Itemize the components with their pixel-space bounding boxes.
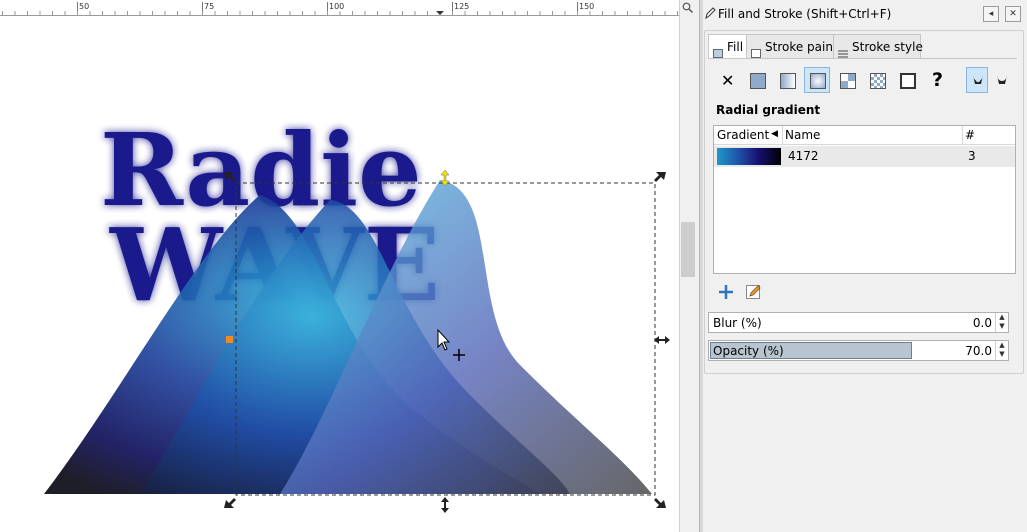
radial-gradient-icon bbox=[810, 73, 826, 89]
tab-fill-label: Fill bbox=[727, 40, 744, 54]
nonzero-icon bbox=[997, 75, 1007, 84]
vertical-scrollbar[interactable] bbox=[679, 0, 700, 532]
ruler-label: 125 bbox=[454, 2, 470, 11]
blur-value[interactable]: 0.0 bbox=[973, 316, 992, 330]
pattern-button[interactable] bbox=[834, 67, 860, 93]
radial-gradient-button[interactable] bbox=[804, 67, 830, 93]
opacity-label: Opacity (%) bbox=[713, 344, 784, 358]
opacity-spinner[interactable]: ▲ ▼ bbox=[995, 341, 1008, 360]
swatch-icon bbox=[870, 73, 886, 89]
blur-field[interactable]: Blur (%) 0.0 ▲ ▼ bbox=[708, 312, 1009, 333]
tab-fill[interactable]: Fill bbox=[708, 34, 748, 60]
drawing-canvas[interactable]: 50 75 100 125 150 Radie Radie bbox=[0, 0, 679, 532]
unset-paint-button[interactable] bbox=[894, 67, 920, 93]
scale-handle-s[interactable] bbox=[441, 497, 449, 513]
flat-color-icon bbox=[750, 73, 766, 89]
edit-gradient-button[interactable] bbox=[745, 283, 763, 301]
fill-rule-evenodd-button[interactable] bbox=[966, 67, 988, 93]
scrollbar-thumb[interactable] bbox=[681, 222, 695, 277]
gradient-type-label: Radial gradient bbox=[716, 103, 821, 117]
horizontal-ruler: 50 75 100 125 150 bbox=[0, 0, 679, 16]
tab-stroke-style[interactable]: Stroke style bbox=[833, 34, 923, 60]
no-paint-icon: ✕ bbox=[721, 71, 735, 90]
column-gradient[interactable]: Gradient bbox=[717, 128, 769, 142]
question-icon: ? bbox=[932, 69, 944, 91]
blur-label: Blur (%) bbox=[713, 316, 762, 330]
zoom-icon[interactable] bbox=[681, 2, 693, 14]
fill-icon bbox=[713, 42, 723, 58]
scale-handle-sw[interactable] bbox=[224, 498, 236, 508]
fill-rule-nonzero-button[interactable] bbox=[990, 67, 1012, 93]
sort-arrow-icon: ◀ bbox=[771, 129, 778, 139]
unknown-paint-button[interactable]: ? bbox=[924, 67, 950, 93]
column-name[interactable]: Name bbox=[785, 128, 820, 142]
ruler-label: 75 bbox=[204, 2, 215, 11]
ruler-label: 100 bbox=[329, 2, 345, 11]
close-button[interactable]: ✕ bbox=[1005, 6, 1021, 22]
stroke-style-icon bbox=[838, 42, 848, 58]
plus-icon bbox=[719, 285, 733, 299]
gradient-preview bbox=[717, 148, 781, 165]
gradient-name: 4172 bbox=[788, 149, 819, 163]
unset-paint-icon bbox=[900, 73, 916, 89]
tab-stroke-paint[interactable]: Stroke paint bbox=[746, 34, 838, 60]
scale-handle-e[interactable] bbox=[654, 336, 670, 344]
evenodd-icon bbox=[973, 75, 983, 84]
scale-handle-se[interactable] bbox=[654, 498, 666, 508]
column-separator bbox=[782, 126, 783, 144]
edit-gradient-icon bbox=[746, 285, 761, 299]
scale-handle-ne[interactable] bbox=[654, 172, 666, 182]
opacity-field[interactable]: Opacity (%) 70.0 ▲ ▼ bbox=[708, 340, 1009, 361]
gradient-list-header: Gradient ◀ Name # bbox=[714, 126, 1015, 145]
panel-title: Fill and Stroke (Shift+Ctrl+F) bbox=[718, 7, 892, 21]
tab-stroke-style-label: Stroke style bbox=[852, 40, 923, 54]
opacity-value[interactable]: 70.0 bbox=[965, 344, 992, 358]
blur-spinner[interactable]: ▲ ▼ bbox=[995, 313, 1008, 332]
stroke-paint-icon bbox=[751, 42, 761, 58]
artwork[interactable]: Radie Radie WAVE WAVE bbox=[0, 15, 679, 532]
gradient-list[interactable]: Gradient ◀ Name # 4172 3 bbox=[713, 125, 1016, 274]
fill-stroke-panel: Fill and Stroke (Shift+Ctrl+F) ◂ ✕ Fill … bbox=[703, 0, 1027, 532]
pen-icon bbox=[705, 7, 716, 20]
swatch-button[interactable] bbox=[864, 67, 890, 93]
gradient-count: 3 bbox=[968, 149, 976, 163]
ruler-label: 150 bbox=[579, 2, 595, 11]
column-count[interactable]: # bbox=[965, 128, 975, 142]
gradient-row[interactable]: 4172 3 bbox=[714, 146, 1015, 167]
panel-titlebar: Fill and Stroke (Shift+Ctrl+F) ◂ ✕ bbox=[703, 3, 1027, 23]
iconify-button[interactable]: ◂ bbox=[983, 6, 999, 22]
linear-gradient-icon bbox=[780, 73, 796, 89]
tab-stroke-paint-label: Stroke paint bbox=[765, 40, 838, 54]
ruler-label: 50 bbox=[79, 2, 90, 11]
pattern-icon bbox=[840, 73, 856, 89]
flat-color-button[interactable] bbox=[744, 67, 770, 93]
gradient-stop-handle[interactable] bbox=[226, 336, 233, 343]
linear-gradient-button[interactable] bbox=[774, 67, 800, 93]
add-gradient-button[interactable] bbox=[717, 283, 735, 301]
column-separator bbox=[962, 126, 963, 144]
no-paint-button[interactable]: ✕ bbox=[714, 67, 740, 93]
